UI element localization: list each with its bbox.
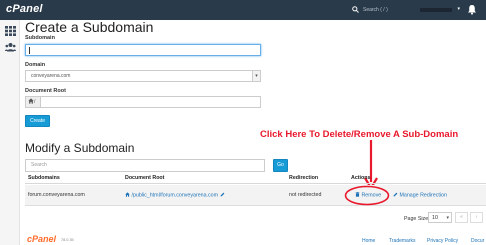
subdomain-search-input[interactable]: Search [25,159,265,172]
text-caret [29,47,30,54]
column-actions: Actions [351,175,371,181]
top-search-placeholder: Search ( / ) [363,7,388,13]
go-button[interactable]: Go [273,159,288,172]
footer-link-trademarks[interactable]: Trademarks [389,238,416,244]
footer-link-home[interactable]: Home [362,238,375,244]
footer-link-documentation[interactable]: Docur [471,238,484,244]
table-row: forum.conveyarena.com /public_html/forum… [25,185,486,206]
column-subdomains[interactable]: Subdomains [28,175,60,181]
row-document-root-link[interactable]: /public_html/forum.conveyarena.com [125,192,225,199]
top-bar: cPanel Search ( / ) ▾ [0,0,486,20]
footer-version: 78.0.35 [61,238,74,242]
domain-label: Domain [25,62,46,68]
users-icon[interactable] [5,42,16,52]
user-name-redacted [420,8,452,12]
column-redirection[interactable]: Redirection [289,175,318,181]
page-size-label: Page Size [404,216,429,222]
row-redirection: not redirected [289,192,322,198]
subdomain-label: Subdomain [25,35,55,41]
document-root-prefix: / [26,97,41,107]
search-icon [352,6,359,13]
cpanel-logo[interactable]: cPanel [6,3,43,15]
pencil-icon [393,192,398,197]
chevron-down-icon: ▾ [252,71,260,81]
page-size-value: 10 [432,215,438,221]
footer-link-privacy-policy[interactable]: Privacy Policy [427,238,458,244]
domain-select[interactable]: conveyarena.com ▾ [25,70,261,82]
document-root-input[interactable]: / [25,96,261,108]
column-document-root[interactable]: Document Root [125,175,164,181]
grid-icon[interactable] [5,26,16,36]
document-root-label: Document Root [25,88,66,94]
create-subdomain-title: Create a Subdomain [25,19,154,35]
subdomain-input[interactable] [25,44,261,56]
chevron-down-icon: ▾ [446,215,449,221]
subdomain-search-placeholder: Search [31,162,47,168]
bell-icon[interactable] [467,4,477,15]
manage-redirection-label: Manage Redirection [399,192,447,199]
page-size-select[interactable]: 10 ▾ [428,212,452,223]
sidebar [0,20,20,245]
document-root-slash: / [34,99,36,105]
chevron-down-icon: ▾ [457,6,460,12]
footer: cPanel 78.0.35 Home Trademarks Privacy P… [0,233,486,245]
domain-select-value: conveyarena.com [31,73,71,79]
home-icon [125,192,130,197]
row-document-root: /public_html/forum.conveyarena.com [131,192,219,199]
delete-callout: Click Here To Delete/Remove A Sub-Domain [260,129,459,140]
table-header: Subdomains Document Root Redirection Act… [25,173,486,184]
create-button[interactable]: Create [25,115,50,127]
row-subdomain: forum.conveyarena.com [28,192,85,198]
footer-cpanel-logo[interactable]: cPanel [27,234,56,244]
pager-first-button[interactable]: « [455,212,468,223]
highlight-circle [344,185,390,206]
pager-prev-button[interactable]: ‹ [470,212,483,223]
top-search[interactable]: Search ( / ) [352,5,412,15]
pencil-icon[interactable] [220,192,225,197]
modify-subdomain-title: Modify a Subdomain [25,141,135,155]
manage-redirection-link[interactable]: Manage Redirection [393,192,447,199]
user-menu[interactable]: ▾ [416,5,460,15]
